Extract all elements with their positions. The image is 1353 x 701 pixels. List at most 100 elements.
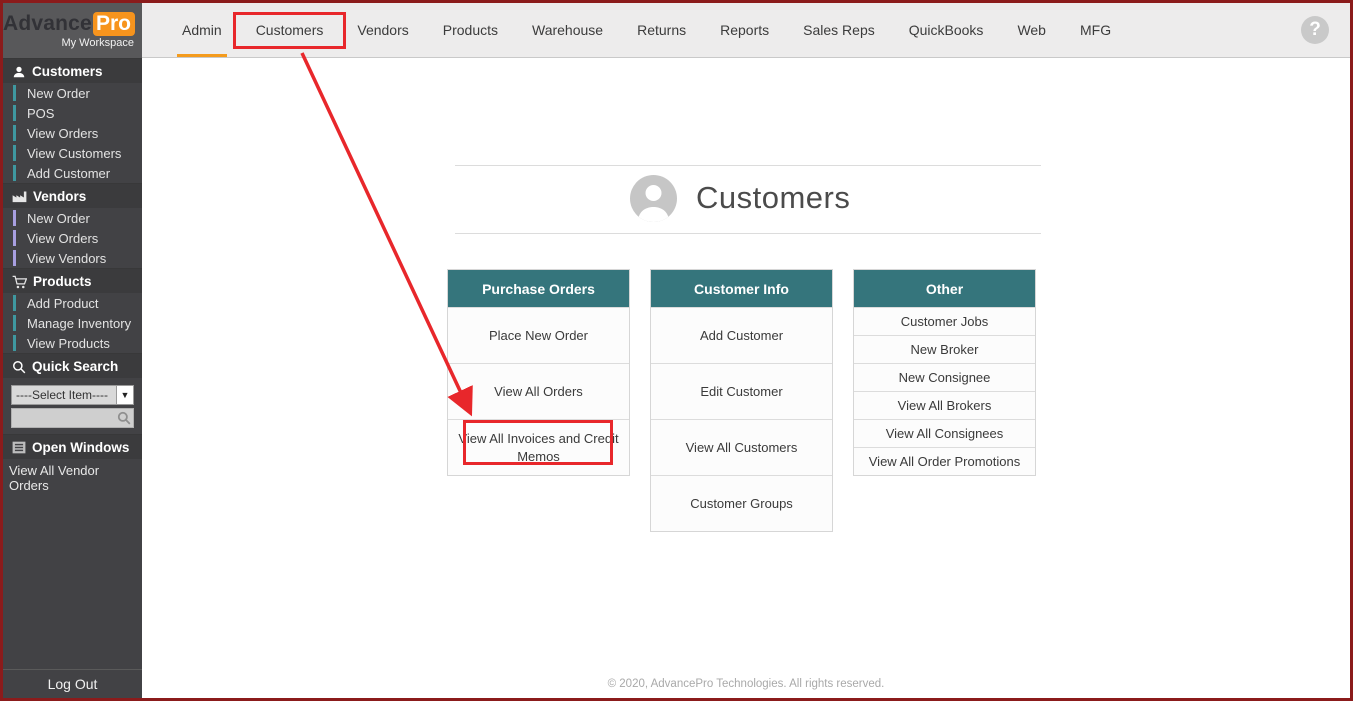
factory-icon [12,190,27,203]
card-other: Other Customer Jobs New Broker New Consi… [853,269,1036,476]
quick-search-input[interactable] [11,408,134,428]
accent-bar [13,165,16,181]
logout-button[interactable]: Log Out [3,669,142,698]
sidebar-item-label: View Orders [27,231,98,246]
accent-bar [13,210,16,226]
link-view-all-invoices-credit-memos[interactable]: View All Invoices and Credit Memos [448,419,629,475]
sidebar-section-quick-search: Quick Search [3,353,142,378]
tab-vendors[interactable]: Vendors [340,3,425,57]
card-customer-info: Customer Info Add Customer Edit Customer… [650,269,833,532]
quick-search-select-value: ----Select Item---- [12,388,116,402]
tab-mfg[interactable]: MFG [1063,3,1128,57]
sidebar-item-label: POS [27,106,54,121]
link-new-broker[interactable]: New Broker [854,335,1035,363]
sidebar-section-customers: Customers [3,58,142,83]
open-windows-icon [12,441,26,454]
link-view-all-customers[interactable]: View All Customers [651,419,832,475]
tab-returns[interactable]: Returns [620,3,703,57]
sidebar-item-vendors-view-orders[interactable]: View Orders [3,228,142,248]
logo-advance-text: Advance [3,12,92,35]
open-window-view-all-vendor-orders[interactable]: View All Vendor Orders [3,459,142,497]
help-icon[interactable]: ? [1301,16,1329,44]
sidebar-section-quick-search-label: Quick Search [32,359,118,374]
sidebar-item-view-orders[interactable]: View Orders [3,123,142,143]
logo-workspace-text: My Workspace [3,37,134,49]
accent-bar [13,250,16,266]
link-view-all-order-promotions[interactable]: View All Order Promotions [854,447,1035,475]
tab-warehouse[interactable]: Warehouse [515,3,620,57]
sidebar-section-customers-label: Customers [32,64,103,79]
accent-bar [13,125,16,141]
app-window: AdvancePro My Workspace Admin Customers … [0,0,1353,701]
link-view-all-brokers[interactable]: View All Brokers [854,391,1035,419]
link-view-all-orders[interactable]: View All Orders [448,363,629,419]
header-divider-top [455,165,1041,166]
cart-icon [12,275,27,289]
page-title: Customers [696,180,850,216]
sidebar-item-label: View Vendors [27,251,106,266]
sidebar-section-open-windows-label: Open Windows [32,440,129,455]
tab-web[interactable]: Web [1000,3,1063,57]
link-place-new-order[interactable]: Place New Order [448,307,629,363]
tab-products[interactable]: Products [426,3,515,57]
sidebar-item-pos[interactable]: POS [3,103,142,123]
link-view-all-consignees[interactable]: View All Consignees [854,419,1035,447]
sidebar-item-label: View Customers [27,146,121,161]
quick-search-input-wrap [11,408,134,428]
sidebar-item-view-vendors[interactable]: View Vendors [3,248,142,268]
link-customer-jobs[interactable]: Customer Jobs [854,307,1035,335]
search-icon [12,360,26,374]
sidebar-item-vendors-new-order[interactable]: New Order [3,208,142,228]
sidebar-item-label: Manage Inventory [27,316,131,331]
logo-pro-badge: Pro [93,12,135,36]
link-add-customer[interactable]: Add Customer [651,307,832,363]
tab-customers[interactable]: Customers [239,3,341,57]
sidebar-item-view-products[interactable]: View Products [3,333,142,353]
search-input-icon[interactable] [117,411,131,425]
sidebar-item-view-customers[interactable]: View Customers [3,143,142,163]
accent-bar [13,335,16,351]
accent-bar [13,295,16,311]
sidebar-item-label: Add Customer [27,166,110,181]
tab-admin[interactable]: Admin [165,3,239,57]
accent-bar [13,105,16,121]
tab-reports[interactable]: Reports [703,3,786,57]
link-edit-customer[interactable]: Edit Customer [651,363,832,419]
sidebar-item-customers-new-order[interactable]: New Order [3,83,142,103]
sidebar-section-vendors: Vendors [3,183,142,208]
customers-avatar-icon [630,175,677,222]
sidebar-item-label: View Products [27,336,110,351]
card-purchase-orders-header: Purchase Orders [448,270,629,307]
person-icon [12,65,26,79]
sidebar-item-add-product[interactable]: Add Product [3,293,142,313]
chevron-down-icon[interactable]: ▼ [116,386,133,404]
accent-bar [13,230,16,246]
accent-bar [13,145,16,161]
accent-bar [13,85,16,101]
sidebar-section-products-label: Products [33,274,92,289]
link-customer-groups[interactable]: Customer Groups [651,475,832,531]
sidebar-item-manage-inventory[interactable]: Manage Inventory [3,313,142,333]
sidebar-item-label: New Order [27,86,90,101]
accent-bar [13,315,16,331]
sidebar-item-label: Add Product [27,296,99,311]
copyright-footer: © 2020, AdvancePro Technologies. All rig… [142,678,1350,690]
sidebar-section-products: Products [3,268,142,293]
tab-customers-label: Customers [256,22,324,38]
header-divider-bottom [455,233,1041,234]
sidebar-section-vendors-label: Vendors [33,189,86,204]
top-navigation: Admin Customers Vendors Products Warehou… [142,3,1350,58]
card-customer-info-header: Customer Info [651,270,832,307]
link-new-consignee[interactable]: New Consignee [854,363,1035,391]
sidebar-item-label: New Order [27,211,90,226]
sidebar: Customers New Order POS View Orders View… [3,58,142,698]
tab-sales-reps[interactable]: Sales Reps [786,3,892,57]
sidebar-section-open-windows: Open Windows [3,434,142,459]
app-logo: AdvancePro My Workspace [3,3,142,58]
card-purchase-orders: Purchase Orders Place New Order View All… [447,269,630,476]
tab-quickbooks[interactable]: QuickBooks [892,3,1001,57]
quick-search-select[interactable]: ----Select Item---- ▼ [11,385,134,405]
sidebar-item-add-customer[interactable]: Add Customer [3,163,142,183]
card-other-header: Other [854,270,1035,307]
sidebar-item-label: View Orders [27,126,98,141]
